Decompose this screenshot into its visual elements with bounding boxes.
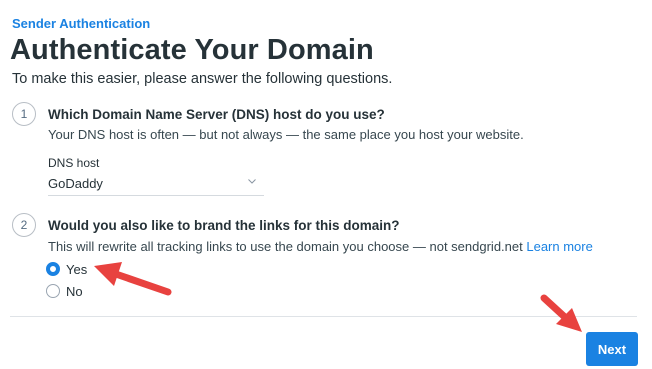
red-arrow-icon: [94, 262, 172, 296]
step-number-1: 1: [12, 102, 36, 126]
divider: [10, 316, 637, 317]
breadcrumb[interactable]: Sender Authentication: [12, 16, 150, 31]
radio-no[interactable]: [46, 284, 60, 298]
question-1-description: Your DNS host is often — but not always …: [48, 127, 524, 142]
radio-yes-label: Yes: [66, 262, 88, 277]
chevron-down-icon: [248, 179, 256, 184]
dns-host-select[interactable]: GoDaddy: [48, 171, 264, 196]
next-button[interactable]: Next: [586, 332, 638, 366]
question-1-title: Which Domain Name Server (DNS) host do y…: [48, 107, 385, 122]
dns-host-label: DNS host: [48, 156, 100, 170]
radio-yes[interactable]: [46, 262, 60, 276]
intro-text: To make this easier, please answer the f…: [12, 71, 393, 87]
red-arrow-icon: [540, 294, 582, 332]
step-number-2: 2: [12, 213, 36, 237]
radio-no-label: No: [66, 284, 83, 299]
question-2-description-text: This will rewrite all tracking links to …: [48, 239, 523, 254]
dns-host-value: GoDaddy: [48, 176, 103, 191]
page-title: Authenticate Your Domain: [10, 34, 374, 66]
question-2-title: Would you also like to brand the links f…: [48, 218, 400, 233]
question-2-description: This will rewrite all tracking links to …: [48, 239, 593, 254]
learn-more-link[interactable]: Learn more: [526, 239, 592, 254]
